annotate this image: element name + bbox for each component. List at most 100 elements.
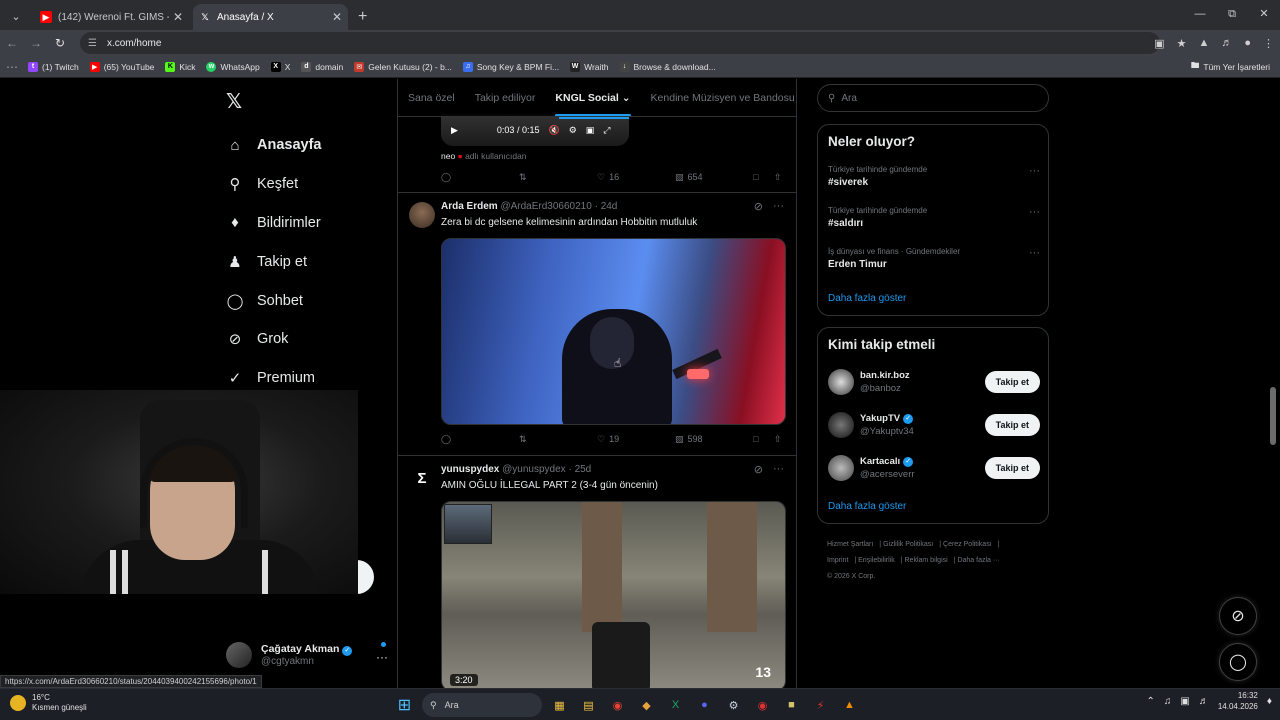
new-tab-button[interactable]: + — [358, 8, 367, 26]
reply-icon[interactable]: ◯ — [441, 172, 451, 183]
url-input[interactable]: ☰ x.com/home — [80, 32, 1160, 54]
bookmark-domain[interactable]: d domain — [301, 61, 343, 72]
more-icon[interactable]: ··· — [1029, 247, 1040, 259]
nav-item-chat[interactable]: ◯ Sohbet — [226, 281, 321, 320]
bookmark-x[interactable]: XX — [270, 61, 290, 72]
trend-item[interactable]: Türkiye tarihinde gündemde #saldırı ··· — [828, 206, 1040, 229]
fl-studio-icon[interactable]: ▲ — [838, 694, 861, 717]
bookmark-icon[interactable]: □ — [753, 434, 758, 444]
more-icon[interactable]: ··· — [376, 650, 388, 664]
site-info-icon[interactable]: ☰ — [88, 38, 97, 49]
forward-icon[interactable]: → — [24, 36, 48, 50]
chrome-icon[interactable]: ◉ — [606, 694, 629, 717]
clock[interactable]: 16:32 14.04.2026 — [1218, 691, 1258, 713]
tweet-video[interactable]: 3:20 13 — [441, 501, 786, 688]
bookmark-browse[interactable]: ↓ Browse & download... — [619, 61, 716, 72]
app-icon[interactable]: ◆ — [635, 694, 658, 717]
all-bookmarks[interactable]: 🖿 Tüm Yer İşaretleri — [1191, 56, 1270, 78]
nav-item-grok[interactable]: ⊘ Grok — [226, 320, 321, 359]
nav-item-follow[interactable]: ♟ Takip et — [226, 242, 321, 281]
bookmark-twitch[interactable]: t (1) Twitch — [28, 61, 79, 72]
play-icon[interactable]: ▶ — [451, 125, 458, 136]
more-icon[interactable]: ··· — [1029, 165, 1040, 177]
retweet-icon[interactable]: ⇅ — [519, 172, 527, 183]
settings-icon[interactable]: ⚙ — [569, 125, 577, 136]
volume-icon[interactable]: ♬ — [1199, 696, 1209, 707]
tweet-time[interactable]: 25d — [575, 464, 592, 475]
tweet-partial[interactable]: ▶ 0:03 / 0:15 🔇 ⚙ ▣ ⤢ neo ● adlı kullanı… — [398, 109, 796, 193]
record-icon[interactable]: ◉ — [751, 694, 774, 717]
cast-icon[interactable]: ▣ — [1154, 37, 1164, 50]
weather-widget[interactable]: 16°C Kısmen güneşli — [10, 693, 87, 712]
back-icon[interactable]: ← — [0, 36, 24, 50]
avatar[interactable] — [409, 202, 435, 228]
extensions-icon[interactable]: ▲ — [1198, 37, 1209, 49]
tweet-handle[interactable]: @ArdaErd30660210 — [500, 201, 591, 212]
monitor-icon[interactable]: ▣ — [1180, 696, 1189, 707]
views-button[interactable]: ▧ 654 — [675, 172, 703, 183]
show-more-link[interactable]: Daha fazla göster — [828, 293, 906, 304]
nav-item-explore[interactable]: ⚲ Keşfet — [226, 165, 321, 204]
apps-icon[interactable]: ⋯ — [0, 60, 24, 74]
menu-icon[interactable]: ⋮ — [1263, 37, 1274, 50]
trend-item[interactable]: İş dünyası ve finans · Gündemdekiler Erd… — [828, 247, 1040, 270]
microphone-icon[interactable]: ♫ — [1164, 696, 1172, 707]
windows-start-icon[interactable]: ⊞ — [393, 694, 416, 717]
minimize-icon[interactable]: — — [1184, 0, 1216, 28]
follow-suggestion[interactable]: Kartacalı ✓ @acerseverr Takip et — [828, 452, 1040, 484]
share-icon[interactable]: ⇧ — [774, 172, 782, 183]
chevron-up-icon[interactable]: ⌃ — [1147, 696, 1155, 707]
bookmark-songkey[interactable]: ♫ Song Key & BPM Fi... — [462, 61, 559, 72]
grok-icon[interactable]: ⊘ — [754, 463, 763, 476]
tweet[interactable]: Σ yunuspydex @yunuspydex · 25d ⊘ ··· AMI… — [398, 456, 796, 688]
taskbar-search[interactable]: ⚲ Ara — [422, 693, 542, 717]
account-switcher[interactable]: Çağatay Akman ✓ @cgtyakmn ··· — [226, 642, 388, 668]
bookmark-kick[interactable]: K Kick — [165, 61, 195, 72]
tweet-author[interactable]: yunuspydex — [441, 464, 499, 475]
footer-link[interactable]: Çerez Politikası — [943, 541, 992, 548]
tweet-author[interactable]: Arda Erdem — [441, 201, 498, 212]
bookmark-star-icon[interactable]: ★ — [1177, 37, 1187, 50]
footer-link[interactable]: Gizlilik Politikası — [883, 541, 933, 548]
footer-link[interactable]: Daha fazla ··· — [957, 557, 999, 564]
more-icon[interactable]: ··· — [1029, 206, 1040, 218]
close-tab-icon[interactable]: ✕ — [173, 10, 183, 24]
follow-button[interactable]: Takip et — [984, 414, 1040, 436]
avatar[interactable]: Σ — [409, 465, 435, 491]
footer-link[interactable]: Reklam bilgisi — [905, 557, 948, 564]
tab-search-icon[interactable]: ⌄ — [2, 2, 30, 30]
more-icon[interactable]: ··· — [773, 463, 784, 476]
show-more-link[interactable]: Daha fazla göster — [828, 501, 906, 512]
bookmark-mail[interactable]: ✉ Gelen Kutusu (2) - b... — [354, 61, 452, 72]
bookmark-icon[interactable]: □ — [753, 172, 758, 182]
lightning-icon[interactable]: ⚡ — [809, 694, 832, 717]
pip-icon[interactable]: ▣ — [586, 125, 595, 136]
media-icon[interactable]: ♬ — [1221, 37, 1232, 49]
retweet-icon[interactable]: ⇅ — [519, 434, 527, 445]
nav-item-notifications[interactable]: ♦ Bildirimler — [226, 204, 321, 243]
like-button[interactable]: ♡ 19 — [597, 434, 619, 445]
reply-icon[interactable]: ◯ — [441, 434, 451, 445]
follow-suggestion[interactable]: YakupTV ✓ @Yakuptv34 Takip et — [828, 409, 1040, 441]
search-input[interactable]: ⚲ Ara — [817, 84, 1049, 112]
follow-suggestion[interactable]: ban.kir.boz @banboz Takip et — [828, 366, 1040, 398]
footer-link[interactable]: Hizmet Şartları — [827, 541, 873, 548]
views-button[interactable]: ▧ 598 — [675, 434, 703, 445]
restore-icon[interactable]: ⧉ — [1216, 0, 1248, 28]
nav-item-home[interactable]: ⌂ Anasayfa — [226, 126, 321, 165]
grok-fab[interactable]: ⊘ — [1219, 597, 1257, 635]
close-window-icon[interactable]: ✕ — [1248, 0, 1280, 28]
tab-kngl-social[interactable]: KNGL Social ⌄ — [545, 79, 640, 116]
discord-icon[interactable]: ● — [693, 694, 716, 717]
bookmark-youtube[interactable]: ▶ (65) YouTube — [89, 61, 154, 72]
app-icon[interactable]: ■ — [780, 694, 803, 717]
grok-icon[interactable]: ⊘ — [754, 200, 763, 213]
tab-following[interactable]: Takip ediliyor — [465, 79, 546, 116]
bookmark-whatsapp[interactable]: w WhatsApp — [206, 61, 260, 72]
profile-icon[interactable]: ● — [1244, 37, 1251, 49]
excel-icon[interactable]: X — [664, 694, 687, 717]
more-icon[interactable]: ··· — [773, 200, 784, 213]
tweet[interactable]: Arda Erdem @ArdaErd30660210 · 24d ⊘ ··· … — [398, 193, 796, 456]
browser-tab-youtube[interactable]: ▶ (142) Werenoi Ft. GIMS - Pianó ✕ — [34, 4, 189, 30]
tweet-time[interactable]: 24d — [601, 201, 618, 212]
